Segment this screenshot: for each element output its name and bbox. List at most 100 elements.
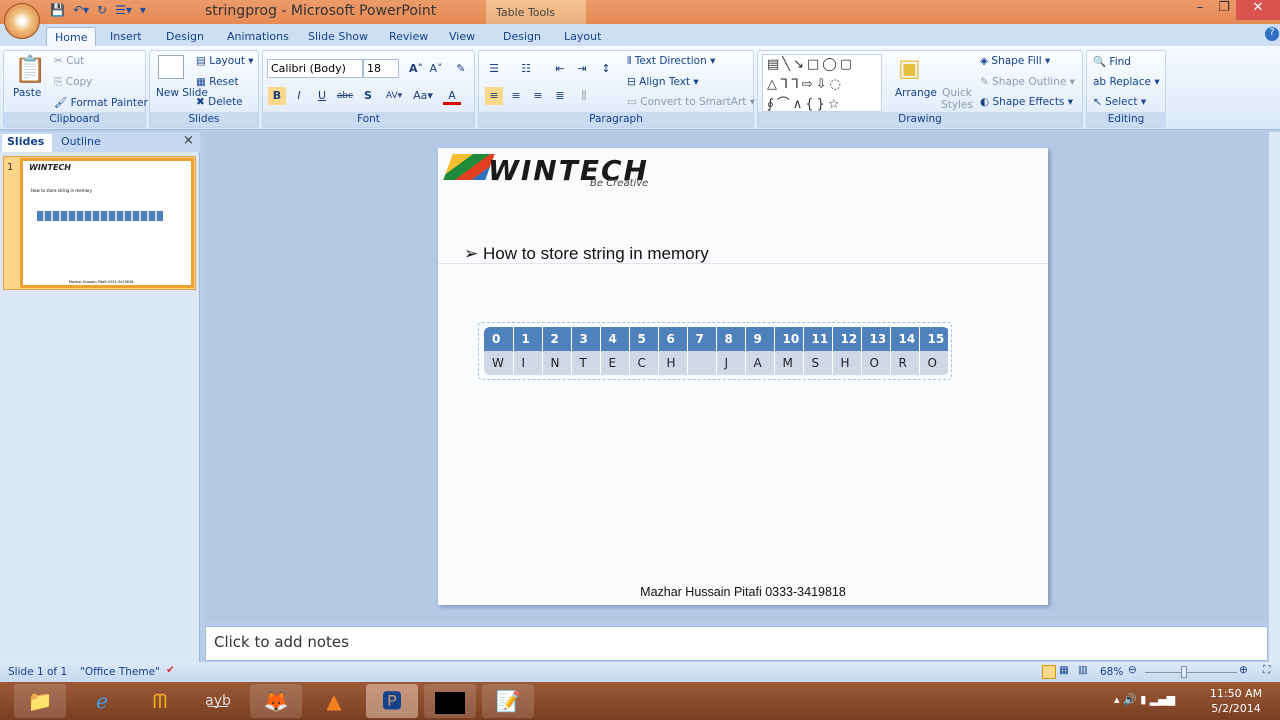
index-cell[interactable]: 0: [484, 327, 514, 351]
zoom-level[interactable]: 68%: [1100, 666, 1123, 678]
help-icon[interactable]: ?: [1265, 27, 1279, 41]
tab-slide-show[interactable]: Slide Show: [300, 27, 376, 46]
tab-design[interactable]: Design: [158, 27, 212, 46]
tab-slides[interactable]: Slides: [2, 134, 52, 152]
clock[interactable]: 11:50 AM 5/2/2014: [1206, 687, 1266, 715]
index-cell[interactable]: 13: [861, 327, 891, 351]
shape-fill-button[interactable]: ◈ Shape Fill ▾: [980, 55, 1050, 67]
text-direction-button[interactable]: ⫴ Text Direction ▾: [627, 55, 715, 68]
slide-sorter-icon[interactable]: ▦: [1059, 664, 1069, 676]
char-cell[interactable]: H: [832, 351, 862, 375]
line-spacing-icon[interactable]: ↕: [597, 60, 615, 78]
bullets-icon[interactable]: ☰: [485, 60, 503, 78]
app-ayb-icon[interactable]: a͟y͟b: [192, 684, 244, 718]
zoom-out-icon[interactable]: ⊖: [1128, 664, 1137, 676]
replace-button[interactable]: ab Replace ▾: [1093, 76, 1160, 88]
char-cell[interactable]: A: [745, 351, 775, 375]
arrange-button[interactable]: Arrange: [895, 87, 937, 99]
font-name-select[interactable]: Calibri (Body): [267, 59, 363, 78]
character-spacing-icon[interactable]: AV▾: [381, 87, 407, 105]
slide-thumbnail[interactable]: WINTECH How to store string in memory Ma…: [20, 158, 194, 288]
decrease-indent-icon[interactable]: ⇤: [551, 60, 569, 78]
layout-button[interactable]: ▤ Layout ▾: [196, 55, 254, 67]
command-prompt-icon[interactable]: [424, 684, 476, 718]
select-button[interactable]: ↖ Select ▾: [1093, 96, 1146, 108]
reset-button[interactable]: ▦ Reset: [196, 76, 239, 88]
index-cell[interactable]: 14: [890, 327, 920, 351]
index-cell[interactable]: 3: [571, 327, 601, 351]
char-cell[interactable]: R: [890, 351, 920, 375]
clear-formatting-icon[interactable]: ✎: [452, 60, 470, 78]
index-cell[interactable]: 15: [919, 327, 949, 351]
char-cell[interactable]: O: [861, 351, 891, 375]
file-explorer-icon[interactable]: 📁: [14, 684, 66, 718]
index-cell[interactable]: 4: [600, 327, 630, 351]
notes-input[interactable]: Click to add notes: [205, 626, 1268, 661]
italic-icon[interactable]: I: [290, 87, 308, 105]
quick-styles-button[interactable]: Quick Styles: [941, 87, 973, 111]
increase-indent-icon[interactable]: ⇥: [573, 60, 591, 78]
paste-icon[interactable]: 📋: [14, 55, 46, 85]
close-button[interactable]: ✕: [1236, 0, 1280, 20]
cut-button[interactable]: ✂ Cut: [54, 55, 84, 67]
vertical-scrollbar[interactable]: [1269, 132, 1280, 662]
tab-animations[interactable]: Animations: [219, 27, 297, 46]
office-button[interactable]: [4, 3, 40, 39]
font-size-select[interactable]: 18: [363, 59, 399, 78]
find-button[interactable]: 🔍 Find: [1093, 55, 1131, 68]
copy-button[interactable]: ⎘ Copy: [54, 76, 92, 89]
char-cell[interactable]: O: [919, 351, 949, 375]
notepad-icon[interactable]: 📝: [482, 684, 534, 718]
system-tray-icons[interactable]: ▴ 🔊 ▮ ▂▄▆: [1114, 693, 1175, 706]
spell-check-icon[interactable]: ✔: [166, 664, 175, 676]
tab-table-layout[interactable]: Layout: [556, 27, 609, 46]
tab-home[interactable]: Home: [46, 27, 97, 46]
bold-icon[interactable]: B: [268, 87, 286, 105]
fit-to-window-icon[interactable]: ⛶: [1263, 664, 1270, 677]
char-cell[interactable]: N: [542, 351, 572, 375]
char-cell[interactable]: J: [716, 351, 746, 375]
delete-button[interactable]: ✖ Delete: [196, 96, 243, 108]
powerpoint-icon[interactable]: 🅿: [366, 684, 418, 718]
app-m-icon[interactable]: ᗰ: [134, 684, 186, 718]
font-color-icon[interactable]: A: [443, 87, 461, 105]
char-cell[interactable]: T: [571, 351, 601, 375]
close-pane-button[interactable]: ×: [183, 133, 194, 148]
shapes-gallery[interactable]: ▤╲↘□◯▢ △ᒣᒣ⇨⇩◌ ∮⌒∧{}☆: [762, 54, 882, 112]
normal-view-icon[interactable]: [1042, 665, 1056, 679]
zoom-slider-thumb[interactable]: [1180, 666, 1187, 678]
arrange-icon[interactable]: ▣: [898, 54, 921, 82]
slide-show-icon[interactable]: ▥: [1078, 664, 1088, 676]
index-cell[interactable]: 7: [687, 327, 717, 351]
char-cell[interactable]: [687, 351, 717, 375]
zoom-slider[interactable]: [1145, 672, 1237, 673]
columns-icon[interactable]: ⫼: [575, 87, 593, 105]
index-cell[interactable]: 2: [542, 327, 572, 351]
new-slide-icon[interactable]: [158, 55, 184, 79]
align-right-icon[interactable]: ≡: [529, 87, 547, 105]
justify-icon[interactable]: ≣: [551, 87, 569, 105]
change-case-icon[interactable]: Aa▾: [411, 87, 435, 105]
align-left-icon[interactable]: ≡: [485, 87, 503, 105]
index-cell[interactable]: 12: [832, 327, 862, 351]
char-cell[interactable]: H: [658, 351, 688, 375]
bullet-text[interactable]: ➢ How to store string in memory: [464, 244, 709, 264]
internet-explorer-icon[interactable]: ℯ: [76, 684, 128, 718]
tab-insert[interactable]: Insert: [102, 27, 150, 46]
index-cell[interactable]: 11: [803, 327, 833, 351]
char-cell[interactable]: E: [600, 351, 630, 375]
char-cell[interactable]: I: [513, 351, 543, 375]
grow-font-icon[interactable]: A˄: [407, 60, 425, 78]
shape-outline-button[interactable]: ✎ Shape Outline ▾: [980, 76, 1075, 88]
paste-button[interactable]: Paste: [13, 87, 41, 99]
index-cell[interactable]: 10: [774, 327, 804, 351]
tab-review[interactable]: Review: [381, 27, 436, 46]
convert-smartart-button[interactable]: ▭ Convert to SmartArt ▾: [627, 96, 755, 108]
tab-table-design[interactable]: Design: [495, 27, 549, 46]
underline-icon[interactable]: U: [313, 87, 331, 105]
index-cell[interactable]: 8: [716, 327, 746, 351]
char-cell[interactable]: S: [803, 351, 833, 375]
firefox-icon[interactable]: 🦊: [250, 684, 302, 718]
index-cell[interactable]: 6: [658, 327, 688, 351]
vlc-icon[interactable]: ▲: [308, 684, 360, 718]
